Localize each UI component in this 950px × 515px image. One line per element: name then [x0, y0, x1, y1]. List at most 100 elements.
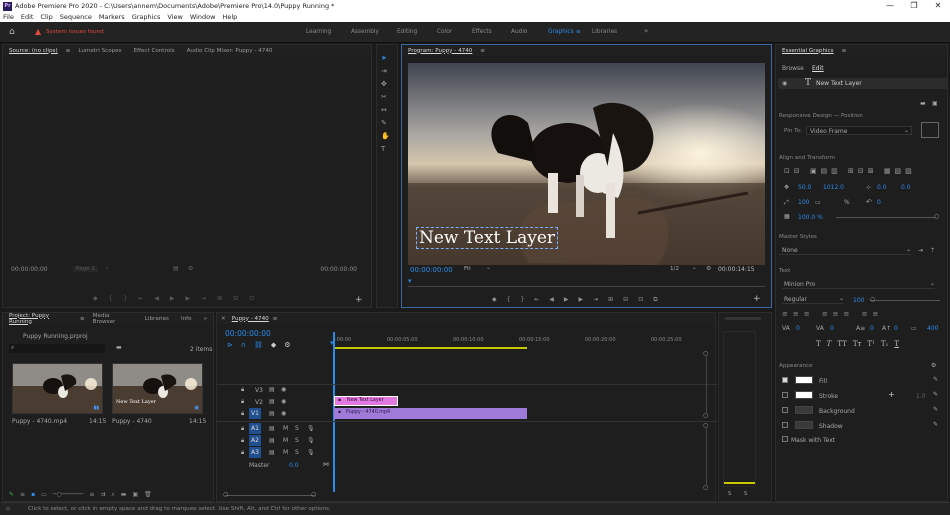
timeline-settings-icon[interactable]: ⚙	[284, 341, 290, 349]
eg-menu-icon[interactable]: ≡	[840, 48, 849, 54]
solo-icon[interactable]: S	[295, 449, 299, 456]
workspace-tab-audio[interactable]: Audio	[511, 29, 527, 35]
sort-icon[interactable]: ≡	[89, 491, 94, 499]
rotation-value[interactable]: 0	[877, 199, 881, 206]
new-layer-icon[interactable]: ▣	[932, 100, 938, 107]
workspace-menu-icon[interactable]: ≡	[576, 29, 581, 35]
anchor-y-value[interactable]: 0.0	[901, 184, 911, 191]
project-more-button[interactable]: »	[198, 316, 213, 322]
background-checkbox[interactable]	[782, 407, 788, 413]
font-style-dropdown[interactable]: Regular ⌄	[782, 295, 844, 304]
eg-tab-browse[interactable]: Browse	[782, 65, 804, 72]
program-settings-icon[interactable]: ⚙	[706, 265, 711, 272]
menu-sequence[interactable]: Sequence	[60, 13, 92, 21]
program-video-frame[interactable]: New Text Layer	[408, 63, 765, 265]
mute-icon[interactable]: M	[283, 449, 288, 456]
project-menu-icon[interactable]: ≡	[78, 316, 87, 322]
track-a2-label[interactable]: A2	[249, 435, 261, 446]
program-current-timecode[interactable]: 00:00:00:00	[410, 266, 453, 274]
zoom-slider-icon[interactable]: ─○──────	[53, 491, 84, 499]
stroke-eyedropper-icon[interactable]: ✎	[933, 391, 938, 398]
tab-source[interactable]: Source: (no clips)	[3, 48, 64, 54]
workspace-tab-editing[interactable]: Editing	[397, 29, 417, 35]
workspace-tab-effects[interactable]: Effects	[472, 29, 492, 35]
lock-icon[interactable]: 🔒︎	[241, 398, 244, 406]
tsume-value[interactable]: 400	[927, 325, 938, 332]
workspace-tab-libraries[interactable]: Libraries	[592, 29, 617, 35]
position-x-value[interactable]: 50.0	[798, 184, 811, 191]
sync-lock-icon[interactable]: ▤	[269, 386, 275, 393]
fill-swatch[interactable]	[795, 376, 813, 384]
tab-media-browser[interactable]: Media Browser	[87, 313, 139, 325]
new-layer-group-icon[interactable]: ▬	[920, 100, 926, 107]
sync-lock-icon[interactable]: ▤	[269, 449, 275, 456]
video-scroll-handle-icon[interactable]: ○	[703, 412, 708, 419]
insert-overwrite-icon[interactable]: ⊳	[227, 341, 233, 349]
workspace-tab-graphics[interactable]: Graphics	[548, 29, 574, 35]
resolution-chevron-icon[interactable]: ⌄	[692, 265, 697, 271]
maximize-button[interactable]: ❐	[902, 0, 926, 12]
opacity-slider[interactable]	[836, 217, 936, 218]
master-value[interactable]: 0.0	[289, 462, 299, 469]
eg-tab-edit[interactable]: Edit	[812, 65, 824, 72]
small-caps-button[interactable]: Tт	[853, 340, 862, 348]
tab-libraries[interactable]: Libraries	[139, 316, 175, 322]
pen-tool-icon[interactable]: ✎	[381, 119, 390, 127]
menu-view[interactable]: View	[167, 13, 182, 21]
audio-scrollbar[interactable]	[706, 427, 707, 485]
all-caps-button[interactable]: TT	[837, 340, 846, 348]
background-swatch[interactable]	[795, 406, 813, 414]
program-transport-controls[interactable]: ◆{}⇤◀▶▶⇥⊞⊟⊡⧉	[492, 296, 668, 304]
menu-help[interactable]: Help	[222, 13, 237, 21]
program-scrubber[interactable]: ▾	[408, 277, 765, 287]
page-dropdown[interactable]: Page 1	[73, 266, 98, 272]
text-align-buttons[interactable]: ≡≡≡ ≡≡≡ ≡≡	[782, 310, 883, 318]
program-add-button[interactable]: +	[753, 294, 761, 304]
font-dropdown[interactable]: Minion Pro ⌄	[782, 280, 935, 289]
subscript-button[interactable]: T₁	[881, 340, 888, 348]
settings-icon[interactable]: ▤	[173, 265, 179, 272]
work-area-bar[interactable]	[335, 347, 527, 349]
project-search-input[interactable]: ⌕	[9, 344, 105, 353]
workspace-tab-color[interactable]: Color	[437, 29, 452, 35]
source-timecode-right[interactable]: 00:00:00:00	[320, 266, 357, 273]
workspace-tab-assembly[interactable]: Assembly	[351, 29, 379, 35]
scale-link-icon[interactable]: ▭	[815, 199, 821, 206]
track-v1-label[interactable]: V1	[249, 408, 261, 419]
new-bin-bottom-icon[interactable]: ▬	[121, 491, 127, 499]
sync-lock-icon[interactable]: ▤	[269, 410, 275, 417]
master-styles-arrow-icon[interactable]: ⇥	[918, 247, 923, 254]
timeline-title[interactable]: Puppy - 4740	[230, 316, 271, 322]
audio-scroll-handle-icon[interactable]: ○	[703, 484, 708, 491]
align-buttons[interactable]: ⊡⊟ ▣▤▥ ⊞⊟⊠ ▦▧▨	[784, 167, 916, 175]
source-timecode-left[interactable]: 00:00:00:00	[11, 266, 48, 273]
lock-icon[interactable]: 🔒︎	[241, 386, 244, 394]
master-styles-dropdown[interactable]: None ⌄	[779, 246, 911, 255]
background-eyedropper-icon[interactable]: ✎	[933, 406, 938, 413]
selection-tool-icon[interactable]: ➤	[381, 54, 390, 62]
snap-icon[interactable]: ∩	[241, 341, 246, 349]
mute-icon[interactable]: M	[283, 437, 288, 444]
resolution-dropdown[interactable]: 1/2	[670, 266, 679, 272]
clip-text-layer[interactable]: ▪ New Text Layer	[334, 396, 398, 406]
eg-layer-name[interactable]: New Text Layer	[816, 80, 862, 87]
lock-icon[interactable]: 🔒︎	[241, 425, 244, 433]
mask-with-text-checkbox[interactable]	[782, 436, 788, 442]
eg-layer-row[interactable]: ◉ T New Text Layer	[778, 78, 947, 89]
workspace-tab-learning[interactable]: Learning	[306, 29, 331, 35]
clip-puppy-video[interactable]: ▪ Puppy - 4740.mp4	[334, 408, 527, 419]
pin-to-dropdown[interactable]: Video Frame ⌄	[806, 126, 912, 135]
slip-tool-icon[interactable]: ↔	[381, 106, 390, 114]
video-text-overlay[interactable]: New Text Layer	[419, 228, 555, 248]
program-playhead-icon[interactable]: ▾	[408, 277, 412, 285]
linked-selection-icon[interactable]: ⛓	[254, 341, 263, 349]
new-bin-icon[interactable]: ▬	[116, 344, 122, 351]
add-marker-icon[interactable]: ◆	[271, 341, 276, 349]
new-item-icon[interactable]: ▣	[132, 491, 138, 499]
superscript-button[interactable]: T¹	[867, 340, 874, 348]
automate-icon[interactable]: ⇉	[100, 491, 105, 499]
fill-checkbox[interactable]	[782, 377, 788, 383]
video-scrollbar[interactable]	[706, 355, 707, 413]
h-scroll-left-handle-icon[interactable]: ○	[223, 491, 228, 498]
project-thumb-clip[interactable]: ▮▮	[12, 363, 103, 414]
